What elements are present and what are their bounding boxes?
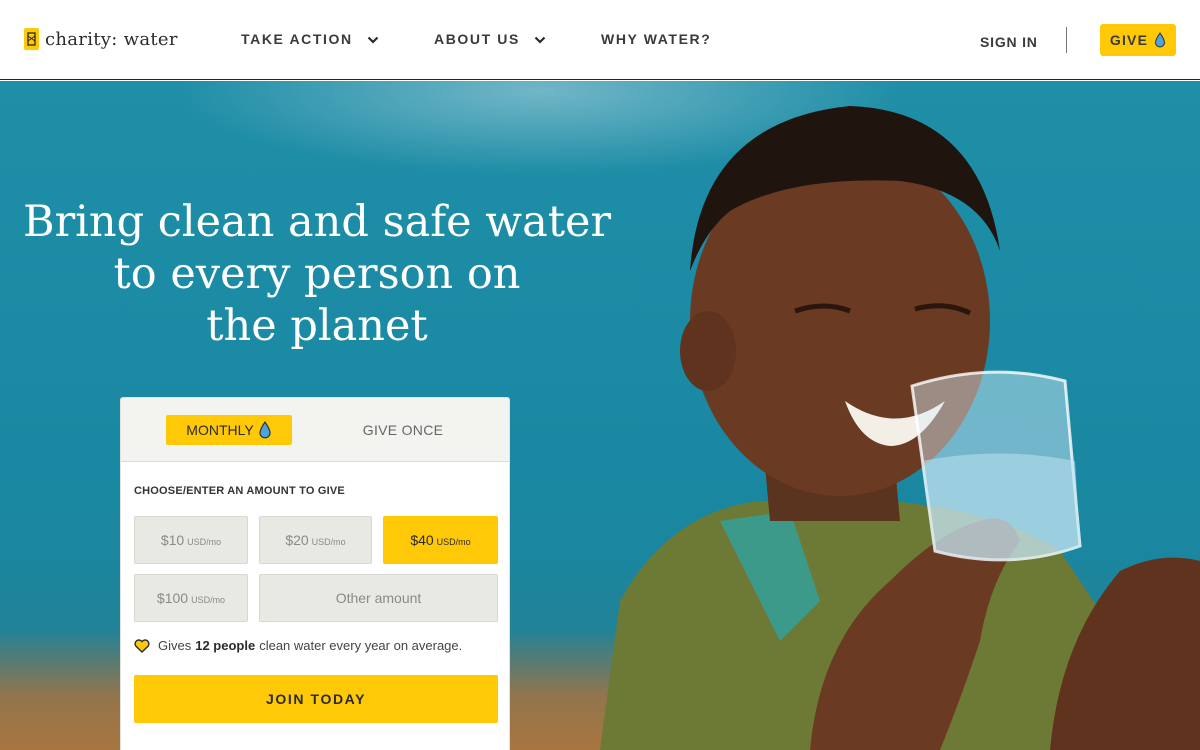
amount-unit: USD/mo xyxy=(311,536,346,547)
site-header: charity: water TAKE ACTION ABOUT US WHY … xyxy=(0,0,1200,80)
nav-take-action[interactable]: TAKE ACTION xyxy=(241,31,379,47)
frequency-tabs: MONTHLY GIVE ONCE xyxy=(121,398,509,462)
nav-why-water[interactable]: WHY WATER? xyxy=(601,31,711,47)
headline-line-3: the planet xyxy=(206,301,428,351)
give-button[interactable]: GIVE xyxy=(1100,24,1176,56)
impact-statement: Gives 12 people clean water every year o… xyxy=(134,638,462,653)
sign-in-link[interactable]: SIGN IN xyxy=(980,34,1038,50)
amount-option-20[interactable]: $20 USD/mo xyxy=(259,516,372,564)
chevron-down-icon xyxy=(534,31,546,47)
donation-card: MONTHLY GIVE ONCE CHOOSE/ENTER AN AMOUNT… xyxy=(120,397,510,750)
hero-section: Bring clean and safe water to every pers… xyxy=(0,81,1200,750)
amount-unit: USD/mo xyxy=(187,536,222,547)
amount-option-10[interactable]: $10 USD/mo xyxy=(134,516,248,564)
amount-value: $40 xyxy=(410,532,434,548)
give-button-label: GIVE xyxy=(1109,32,1149,48)
impact-highlight: 12 people xyxy=(195,638,256,653)
amount-value: $10 xyxy=(160,532,185,548)
join-today-button[interactable]: JOIN TODAY xyxy=(134,675,498,723)
logo[interactable]: charity: water xyxy=(24,28,178,50)
nav-about-us[interactable]: ABOUT US xyxy=(434,31,546,47)
amount-unit: USD/mo xyxy=(436,536,471,547)
impact-suffix: clean water every year on average. xyxy=(259,638,463,653)
nav-about-us-label: ABOUT US xyxy=(434,31,520,47)
water-drop-icon xyxy=(259,421,271,439)
header-divider xyxy=(1066,27,1067,53)
amount-unit: USD/mo xyxy=(191,594,226,605)
headline-line-1: Bring clean and safe water xyxy=(22,197,612,247)
amount-value: $100 xyxy=(156,590,189,606)
tab-monthly-label: MONTHLY xyxy=(186,422,254,438)
nav-why-water-label: WHY WATER? xyxy=(601,31,712,47)
heart-icon xyxy=(134,638,150,653)
impact-prefix: Gives xyxy=(158,638,192,653)
other-amount-placeholder: Other amount xyxy=(335,590,422,606)
headline-line-2: to every person on xyxy=(113,249,521,299)
amount-option-100[interactable]: $100 USD/mo xyxy=(134,574,248,622)
chevron-down-icon xyxy=(367,31,379,47)
hero-headline: Bring clean and safe water to every pers… xyxy=(22,196,612,352)
jerry-can-icon xyxy=(24,28,39,50)
tab-monthly[interactable]: MONTHLY xyxy=(166,415,292,445)
amount-option-40[interactable]: $40 USD/mo xyxy=(383,516,498,564)
tab-give-once[interactable]: GIVE ONCE xyxy=(341,415,465,445)
other-amount-input[interactable]: Other amount xyxy=(259,574,498,622)
water-drop-icon xyxy=(1155,32,1166,48)
amount-value: $20 xyxy=(285,532,309,548)
logo-text: charity: water xyxy=(45,28,178,50)
boy-drinking-water-photo xyxy=(600,106,1200,750)
amount-prompt: CHOOSE/ENTER AN AMOUNT TO GIVE xyxy=(134,485,345,497)
nav-take-action-label: TAKE ACTION xyxy=(241,31,353,47)
